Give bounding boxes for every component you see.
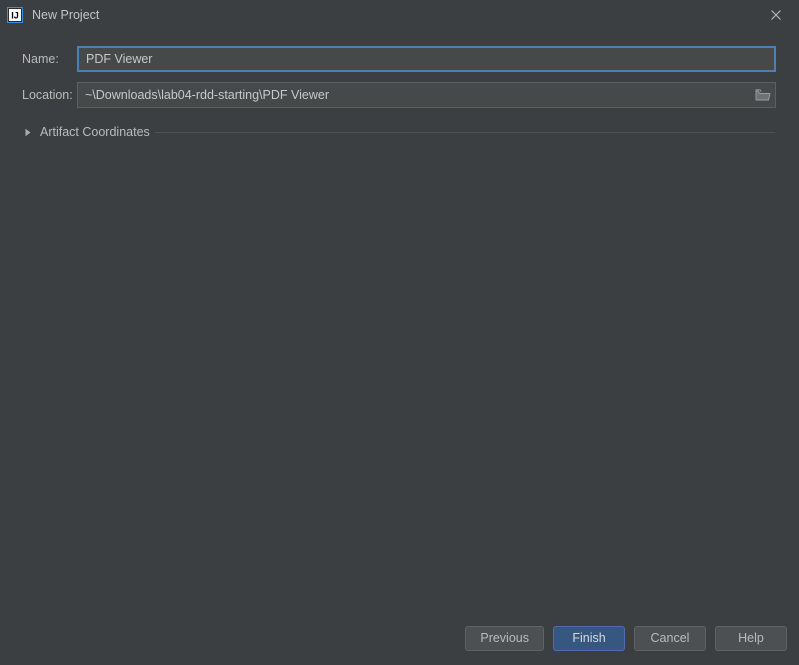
location-input-value: ~\Downloads\lab04-rdd-starting\PDF Viewe… xyxy=(85,88,329,102)
location-label: Location: xyxy=(22,88,73,102)
project-form: Name: PDF Viewer Location: ~\Downloads\l… xyxy=(0,30,799,142)
artifact-coordinates-section[interactable]: Artifact Coordinates xyxy=(0,122,799,142)
name-label: Name: xyxy=(22,52,59,66)
new-project-dialog: IJ New Project Name: PDF Viewer Location… xyxy=(0,0,799,665)
dialog-button-bar: Previous Finish Cancel Help xyxy=(0,611,799,665)
close-icon[interactable] xyxy=(753,0,799,30)
triangle-right-icon[interactable] xyxy=(24,122,32,142)
name-input[interactable]: PDF Viewer xyxy=(77,46,776,72)
help-button[interactable]: Help xyxy=(715,625,787,651)
name-row: Name: PDF Viewer xyxy=(0,46,799,72)
location-input[interactable]: ~\Downloads\lab04-rdd-starting\PDF Viewe… xyxy=(77,82,776,108)
folder-open-icon[interactable] xyxy=(751,83,775,107)
name-input-value: PDF Viewer xyxy=(86,52,153,66)
location-row: Location: ~\Downloads\lab04-rdd-starting… xyxy=(0,82,799,108)
svg-text:IJ: IJ xyxy=(11,11,19,21)
finish-button[interactable]: Finish xyxy=(553,625,625,651)
previous-button[interactable]: Previous xyxy=(465,625,544,651)
intellij-idea-logo-icon: IJ xyxy=(7,7,23,23)
dialog-title: New Project xyxy=(32,8,100,22)
dialog-titlebar: IJ New Project xyxy=(0,0,799,30)
artifact-coordinates-label[interactable]: Artifact Coordinates xyxy=(40,122,150,142)
section-divider xyxy=(155,132,775,133)
cancel-button[interactable]: Cancel xyxy=(634,625,706,651)
